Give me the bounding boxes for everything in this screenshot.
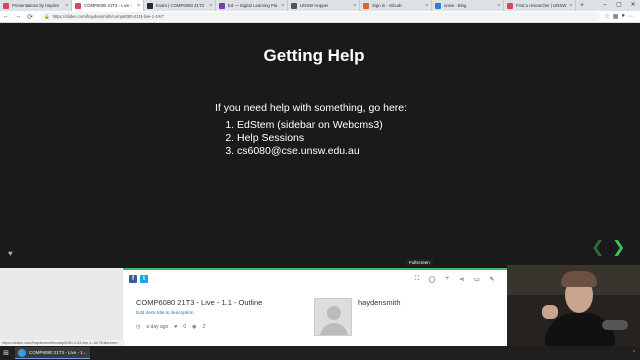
- like-heart-icon[interactable]: ♥: [8, 249, 13, 258]
- tab-title: Presentations by hayden: [12, 3, 60, 8]
- browser-tab[interactable]: Exam | COMP6080 21T3 ×: [144, 0, 216, 11]
- tab-close-icon[interactable]: ×: [569, 3, 572, 9]
- share-links: f t: [129, 275, 148, 283]
- likes-heart-icon: ♥: [174, 324, 178, 330]
- browser-tab[interactable]: Find a researcher | UNSW ×: [504, 0, 576, 11]
- tab-favicon-icon: [435, 2, 441, 9]
- avatar[interactable]: [314, 298, 352, 336]
- deck-meta: ◷ a day ago ♥ 0 ◉ 2: [136, 324, 205, 330]
- embed-icon[interactable]: ▭: [473, 276, 481, 283]
- deck-title: COMP6080 21T3 - Live - 1.1 - Outline: [136, 298, 263, 307]
- tab-favicon-icon: [147, 2, 153, 9]
- browser-actions: ☆ ▦ ● ⋯: [604, 13, 634, 20]
- tab-close-icon[interactable]: ×: [209, 3, 212, 9]
- start-icon[interactable]: ⊞: [0, 349, 12, 357]
- tab-title: COMP6080 21T3 - Live -: [84, 3, 132, 8]
- facebook-icon[interactable]: f: [129, 275, 137, 283]
- url-field[interactable]: 🔒 https://slides.com/haydensmith/comp608…: [40, 12, 601, 21]
- forward-icon[interactable]: →: [12, 13, 24, 20]
- browser-tab-strip: Presentations by hayden × COMP6080 21T3 - …: [0, 0, 640, 11]
- tab-title: Exam | COMP6080 21T3: [156, 3, 204, 8]
- twitter-icon[interactable]: t: [140, 275, 148, 283]
- profile-icon[interactable]: ●: [621, 13, 625, 20]
- edge-icon: [18, 348, 26, 357]
- webcam-microphone: [602, 320, 628, 330]
- new-tab-button[interactable]: +: [576, 2, 588, 9]
- webcam-person-shirt: [545, 313, 615, 347]
- address-bar-row: ← → ⟳ 🔒 https://slides.com/haydensmith/c…: [0, 11, 640, 23]
- deck-info-card: f t ⛶ ◯ ⑂ ⋖ ▭ ✎ COMP6080 21T3 - Live - 1…: [123, 268, 508, 346]
- tab-title: Ed — Digital Learning Pla: [228, 3, 278, 8]
- tab-close-icon[interactable]: ×: [137, 3, 140, 9]
- back-icon[interactable]: ←: [0, 13, 12, 20]
- browser-tab[interactable]: UNSW Hopper ×: [288, 0, 360, 11]
- menu-icon[interactable]: ⋯: [628, 13, 634, 20]
- fullscreen-tooltip: Fullscreen: [406, 259, 433, 266]
- fullscreen-icon[interactable]: ⛶: [413, 276, 421, 283]
- author-name[interactable]: haydensmith: [358, 298, 401, 307]
- lock-icon: 🔒: [44, 13, 50, 19]
- browser-tab[interactable]: Presentations by hayden ×: [0, 0, 72, 11]
- webcam-person-hair: [561, 271, 597, 287]
- slide-list: EdStem (sidebar on Webcms3) Help Session…: [237, 119, 407, 158]
- views-eye-icon: ◉: [192, 324, 197, 330]
- clock-icon: ◷: [136, 324, 141, 330]
- slide-list-item: EdStem (sidebar on Webcms3): [237, 119, 407, 132]
- minimize-icon[interactable]: –: [598, 0, 612, 11]
- slide-intro: If you need help with something, go here…: [215, 102, 408, 114]
- collections-icon[interactable]: ▦: [613, 13, 619, 20]
- tab-close-icon[interactable]: ×: [353, 3, 356, 9]
- url-text: https://slides.com/haydensmith/comp6080-…: [52, 14, 164, 19]
- views-count: 2: [202, 324, 206, 330]
- tab-title: Sign in · GitLab: [372, 3, 402, 8]
- tab-list: Presentations by hayden × COMP6080 21T3 - …: [0, 0, 576, 11]
- tab-favicon-icon: [507, 2, 513, 9]
- maximize-icon[interactable]: ▢: [612, 0, 626, 11]
- tab-favicon-icon: [291, 2, 297, 9]
- browser-tab[interactable]: Sign in · GitLab ×: [360, 0, 432, 11]
- edit-pencil-icon[interactable]: ✎: [488, 276, 496, 283]
- deck-toolbar: ⛶ ◯ ⑂ ⋖ ▭ ✎: [413, 276, 496, 283]
- tab-close-icon[interactable]: ×: [497, 3, 500, 9]
- window-controls: – ▢ ✕: [598, 0, 640, 11]
- tab-favicon-icon: [219, 2, 225, 9]
- slide-stage: Getting Help If you need help with somet…: [0, 23, 640, 268]
- slide-title: Getting Help: [263, 46, 365, 65]
- taskbar-app-item[interactable]: COMP6080 21T3 - Live - 1...: [15, 347, 90, 359]
- deck-age: a day ago: [146, 324, 169, 330]
- browser-tab[interactable]: COMP6080 21T3 - Live - ×: [72, 0, 144, 11]
- browser-tab[interactable]: unsw - Bing ×: [432, 0, 504, 11]
- close-window-icon[interactable]: ✕: [626, 0, 640, 11]
- tab-title: UNSW Hopper: [300, 3, 329, 8]
- slide-list-item: Help Sessions: [237, 132, 407, 145]
- tab-close-icon[interactable]: ×: [65, 3, 68, 9]
- prev-slide-icon[interactable]: ❮: [591, 237, 604, 257]
- tab-favicon-icon: [75, 2, 81, 9]
- edit-deck-link[interactable]: Edit deck title & description: [136, 311, 194, 316]
- likes-count: 0: [183, 324, 187, 330]
- fork-icon[interactable]: ⑂: [443, 276, 451, 283]
- share-icon[interactable]: ⋖: [458, 276, 466, 283]
- tab-close-icon[interactable]: ×: [425, 3, 428, 9]
- slide-list-item: cs6080@cse.unsw.edu.au: [237, 145, 407, 158]
- webcam-person-hand: [542, 305, 558, 319]
- slide-body: If you need help with something, go here…: [215, 102, 407, 158]
- tab-title: unsw - Bing: [444, 3, 467, 8]
- os-taskbar: ⊞ COMP6080 21T3 - Live - 1... ⌃: [0, 346, 640, 360]
- webcam-overlay: [507, 265, 640, 347]
- tab-favicon-icon: [363, 2, 369, 9]
- comment-icon[interactable]: ◯: [428, 276, 436, 283]
- reload-icon[interactable]: ⟳: [24, 13, 36, 21]
- next-slide-icon[interactable]: ❯: [612, 237, 625, 257]
- avatar-head-shape: [327, 306, 341, 320]
- avatar-body-shape: [320, 323, 348, 335]
- browser-tab[interactable]: Ed — Digital Learning Pla ×: [216, 0, 288, 11]
- tab-close-icon[interactable]: ×: [281, 3, 284, 9]
- system-tray[interactable]: ⌃: [632, 350, 636, 356]
- star-icon[interactable]: ☆: [604, 13, 609, 20]
- tab-favicon-icon: [3, 2, 9, 9]
- tab-title: Find a researcher | UNSW: [516, 3, 567, 8]
- taskbar-app-label: COMP6080 21T3 - Live - 1...: [29, 350, 87, 355]
